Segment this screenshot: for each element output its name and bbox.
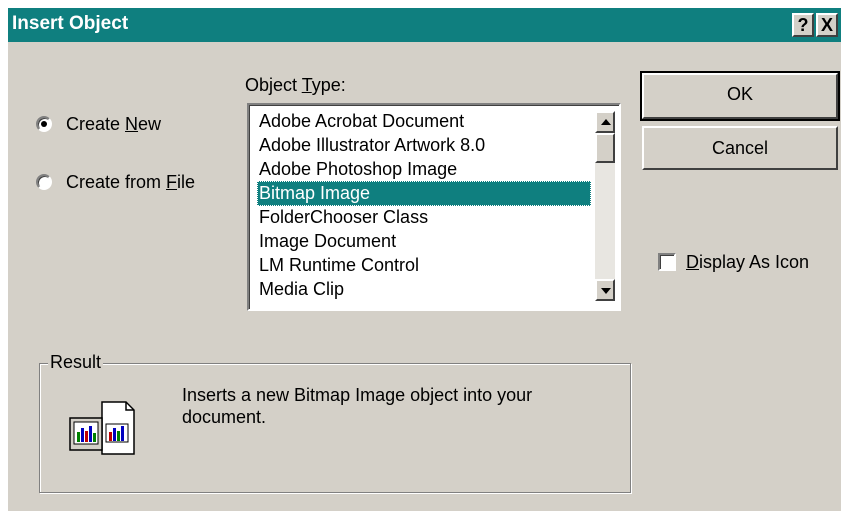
close-button[interactable]: X: [816, 13, 838, 37]
display-as-icon-checkbox[interactable]: [658, 253, 676, 271]
display-as-icon-label[interactable]: Display As Icon: [686, 252, 809, 273]
list-item[interactable]: Adobe Acrobat Document: [257, 109, 591, 134]
object-type-label: Object Type:: [245, 75, 346, 95]
result-group: Result Inserts a new Bitmap Image object…: [39, 352, 631, 493]
list-item-selected[interactable]: Bitmap Image: [257, 181, 591, 206]
close-icon: X: [820, 15, 833, 35]
scroll-up-button[interactable]: [595, 111, 615, 133]
create-new-radio[interactable]: [36, 116, 52, 132]
ok-button[interactable]: OK: [640, 71, 840, 121]
object-type-list[interactable]: Adobe Acrobat Document Adobe Illustrator…: [247, 103, 621, 311]
arrow-up-icon: [601, 119, 611, 125]
list-item[interactable]: Adobe Photoshop Image: [257, 157, 591, 182]
scroll-thumb[interactable]: [595, 133, 615, 163]
list-item[interactable]: Image Document: [257, 229, 591, 254]
help-icon: ?: [797, 15, 809, 35]
result-label: Result: [48, 352, 104, 373]
scroll-down-button[interactable]: [595, 279, 615, 301]
bitmap-image-icon: [69, 401, 135, 455]
list-item[interactable]: LM Runtime Control: [257, 253, 591, 278]
radio-selected-dot: [41, 121, 47, 127]
title-bar[interactable]: Insert Object ? X: [8, 8, 841, 42]
arrow-down-icon: [601, 288, 611, 294]
result-description: Inserts a new Bitmap Image object into y…: [182, 385, 533, 427]
cancel-button[interactable]: Cancel: [642, 126, 838, 170]
insert-object-dialog: Insert Object ? X Object Type: Create Ne…: [0, 0, 841, 511]
create-from-file-label[interactable]: Create from File: [66, 172, 195, 193]
list-item[interactable]: Media Clip: [257, 277, 591, 302]
list-item[interactable]: FolderChooser Class: [257, 205, 591, 230]
dialog-title: Insert Object: [12, 13, 129, 34]
help-button[interactable]: ?: [792, 13, 814, 37]
create-new-label[interactable]: Create New: [66, 114, 161, 135]
list-scrollbar[interactable]: [595, 111, 615, 301]
list-item[interactable]: Adobe Illustrator Artwork 8.0: [257, 133, 591, 158]
create-from-file-radio[interactable]: [36, 174, 52, 190]
